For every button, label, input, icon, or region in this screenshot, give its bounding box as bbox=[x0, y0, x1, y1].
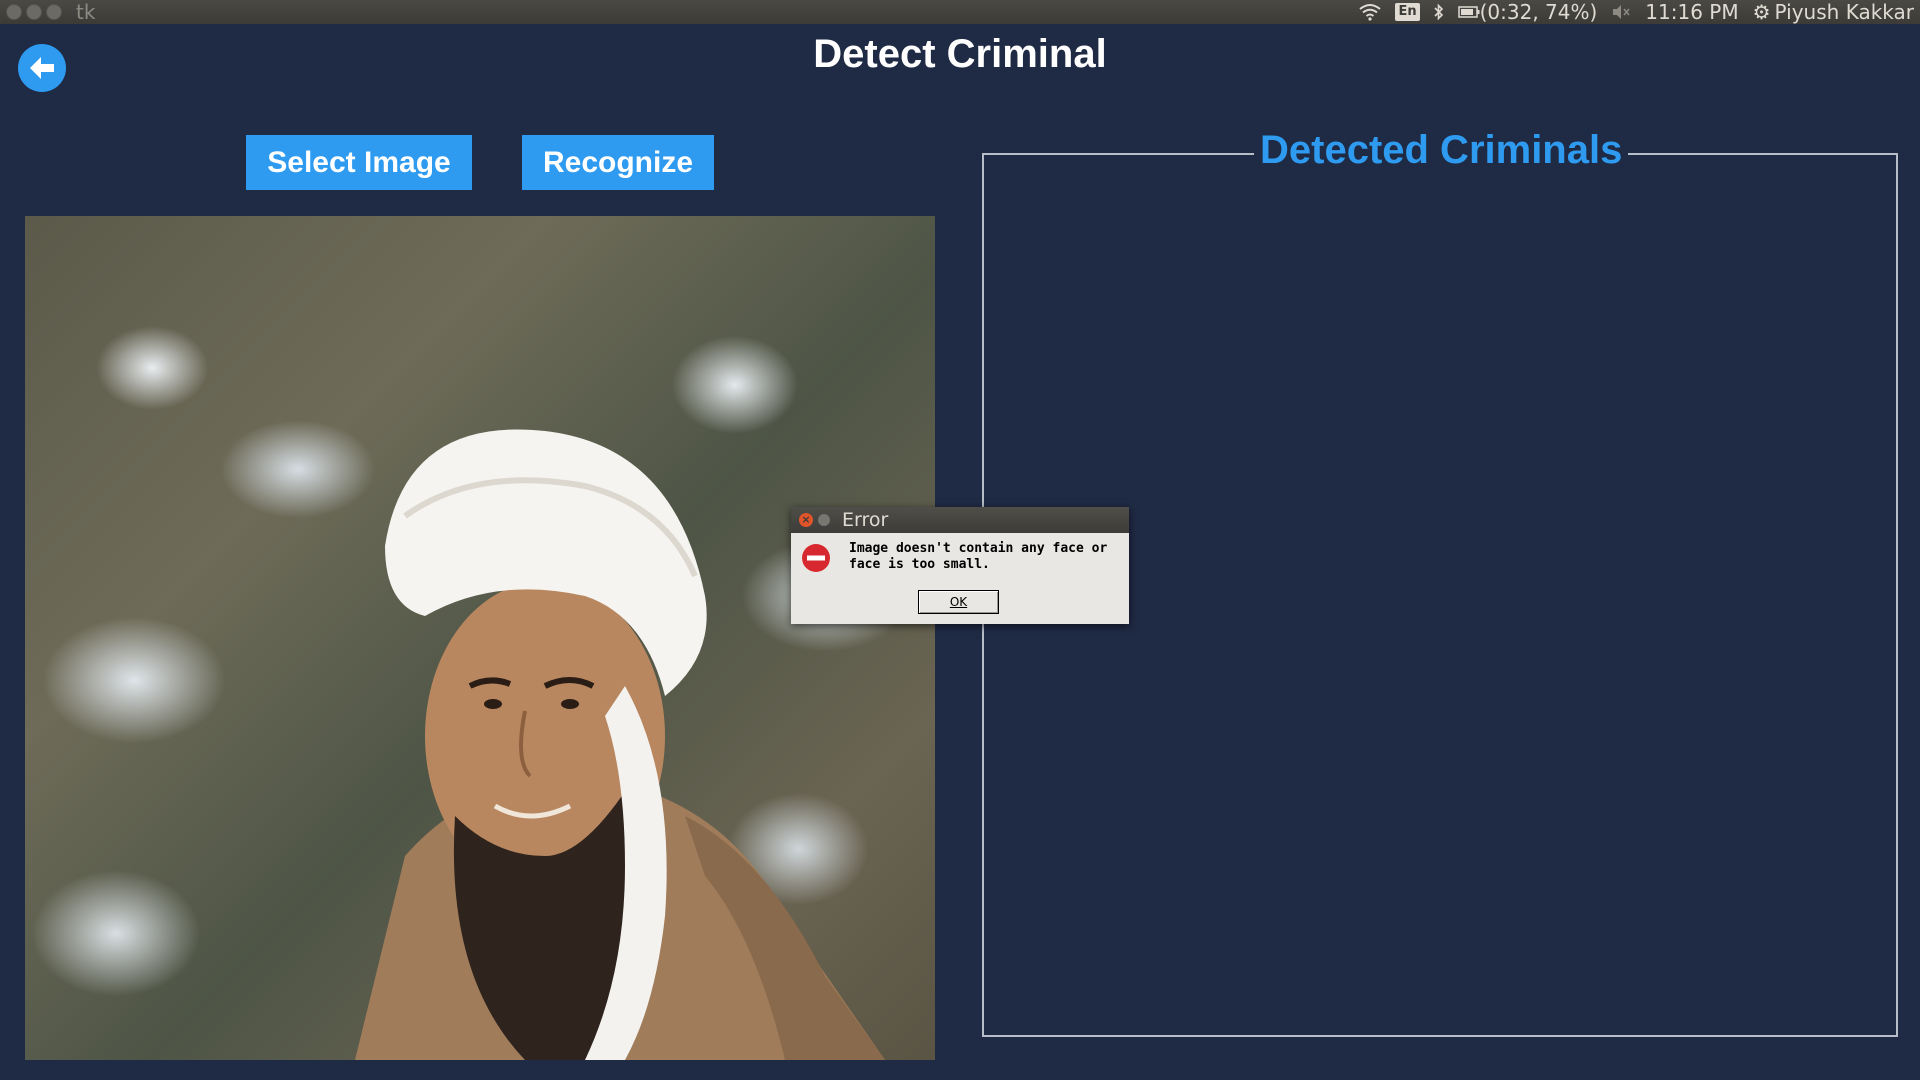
keyboard-layout-indicator[interactable]: En bbox=[1395, 3, 1420, 21]
dialog-body: Image doesn't contain any face or face i… bbox=[791, 533, 1129, 624]
dialog-message: Image doesn't contain any face or face i… bbox=[849, 541, 1121, 573]
session-menu[interactable]: ⚙ Piyush Kakkar bbox=[1753, 0, 1914, 24]
clock[interactable]: 11:16 PM bbox=[1645, 0, 1738, 24]
recognize-button[interactable]: Recognize bbox=[522, 135, 714, 190]
selected-image-preview bbox=[25, 216, 935, 1060]
system-tray: En (0:32, 74%) 11:16 PM ⚙ Piyush Kakkar bbox=[1359, 0, 1920, 24]
error-icon bbox=[802, 544, 830, 572]
window-controls bbox=[6, 4, 62, 20]
user-name: Piyush Kakkar bbox=[1774, 0, 1914, 24]
wifi-icon[interactable] bbox=[1359, 3, 1382, 21]
minimize-window-icon[interactable] bbox=[26, 4, 42, 20]
page-title: Detect Criminal bbox=[813, 32, 1107, 76]
volume-muted-icon[interactable] bbox=[1611, 4, 1631, 20]
bluetooth-icon[interactable] bbox=[1434, 3, 1444, 21]
system-top-bar: tk En (0:32, 74%) 11:16 PM ⚙ Piyush Kakk… bbox=[0, 0, 1920, 24]
battery-indicator[interactable]: (0:32, 74%) bbox=[1457, 0, 1598, 24]
gear-icon: ⚙ bbox=[1752, 0, 1771, 24]
portrait-illustration bbox=[355, 429, 885, 1060]
dialog-titlebar: × Error bbox=[791, 507, 1129, 533]
dialog-title: Error bbox=[842, 509, 889, 531]
battery-status-text: (0:32, 74%) bbox=[1479, 0, 1598, 24]
error-dialog: × Error Image doesn't contain any face o… bbox=[791, 507, 1129, 624]
dialog-message-line1: Image doesn't contain any face or bbox=[849, 541, 1108, 556]
app-name: tk bbox=[76, 0, 96, 24]
detected-criminals-title: Detected Criminals bbox=[1254, 128, 1629, 173]
maximize-window-icon[interactable] bbox=[46, 4, 62, 20]
select-image-button[interactable]: Select Image bbox=[246, 135, 472, 190]
ok-button[interactable]: OK bbox=[918, 590, 999, 614]
dialog-minimize-icon[interactable] bbox=[818, 514, 830, 526]
dialog-message-line2: face is too small. bbox=[849, 557, 990, 572]
close-window-icon[interactable] bbox=[6, 4, 22, 20]
dialog-close-icon[interactable]: × bbox=[799, 513, 813, 527]
